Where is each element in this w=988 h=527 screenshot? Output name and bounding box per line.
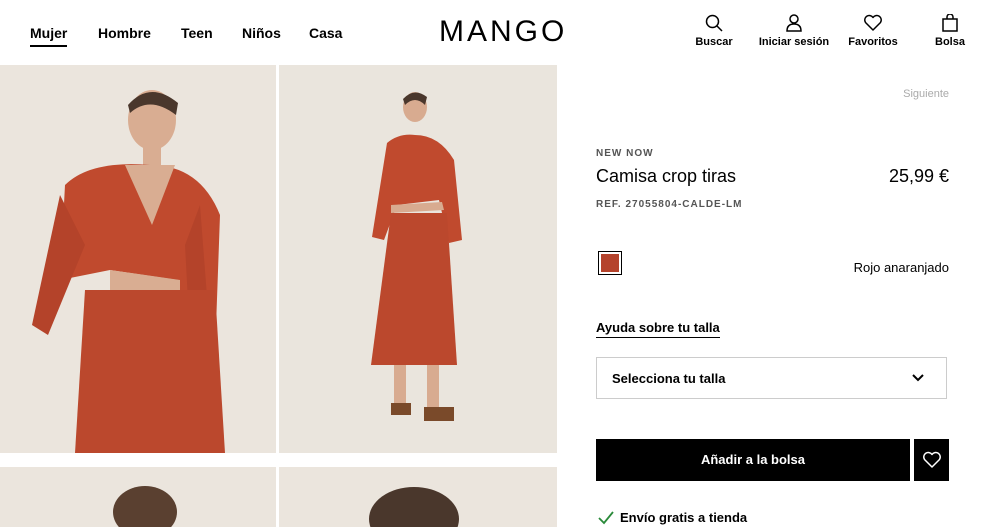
nav-item-teen[interactable]: Teen — [181, 25, 213, 41]
product-gallery — [0, 65, 557, 527]
color-swatch[interactable] — [598, 251, 622, 275]
model-photo-3-image — [0, 467, 276, 527]
size-select[interactable]: Selecciona tu talla — [596, 357, 947, 399]
product-info-panel: Siguiente NEW NOW Camisa crop tiras 25,9… — [557, 65, 988, 527]
header: Mujer Hombre Teen Niños Casa MANGO Busca… — [0, 0, 988, 65]
model-full-body-image — [279, 65, 557, 453]
heart-icon — [864, 14, 882, 31]
color-name: Rojo anaranjado — [853, 260, 949, 275]
user-icon — [786, 14, 802, 32]
search-button[interactable]: Buscar — [694, 14, 734, 48]
check-icon — [598, 511, 614, 525]
model-photo-4-image — [279, 467, 557, 527]
bag-label: Bolsa — [935, 36, 965, 48]
search-icon — [705, 14, 723, 32]
shipping-label: Envío gratis a tienda — [620, 510, 748, 525]
login-label: Iniciar sesión — [758, 36, 830, 48]
bag-icon — [942, 14, 958, 32]
product-photo-4[interactable] — [279, 467, 557, 527]
product-photo-2[interactable] — [279, 65, 557, 453]
favorites-label: Favoritos — [848, 36, 898, 48]
product-price: 25,99 € — [888, 166, 949, 186]
nav-item-casa[interactable]: Casa — [309, 25, 342, 41]
brand-logo[interactable]: MANGO — [439, 15, 567, 49]
heart-icon — [923, 451, 941, 468]
favorites-button[interactable]: Favoritos — [848, 14, 898, 48]
nav-item-hombre[interactable]: Hombre — [98, 25, 151, 41]
size-help-link[interactable]: Ayuda sobre tu talla — [596, 320, 720, 338]
chevron-down-icon — [912, 374, 924, 382]
shipping-info: Envío gratis a tienda — [598, 510, 747, 525]
bag-button[interactable]: Bolsa — [934, 14, 966, 48]
product-name: Camisa crop tiras — [596, 166, 737, 186]
model-closeup-image — [0, 65, 276, 453]
product-reference: REF. 27055804-CALDE-LM — [596, 199, 743, 210]
next-product-link[interactable]: Siguiente — [903, 88, 949, 100]
new-badge: NEW NOW — [596, 148, 654, 159]
search-label: Buscar — [695, 36, 733, 48]
nav-item-ninos[interactable]: Niños — [242, 25, 281, 41]
add-to-favorites-button[interactable] — [914, 439, 949, 481]
product-photo-1[interactable] — [0, 65, 276, 453]
add-to-bag-button[interactable]: Añadir a la bolsa — [596, 439, 910, 481]
size-select-label: Selecciona tu talla — [612, 371, 726, 386]
color-swatch-fill — [601, 254, 619, 272]
login-button[interactable]: Iniciar sesión — [758, 14, 830, 48]
nav-item-mujer[interactable]: Mujer — [30, 25, 68, 47]
product-photo-3[interactable] — [0, 467, 276, 527]
